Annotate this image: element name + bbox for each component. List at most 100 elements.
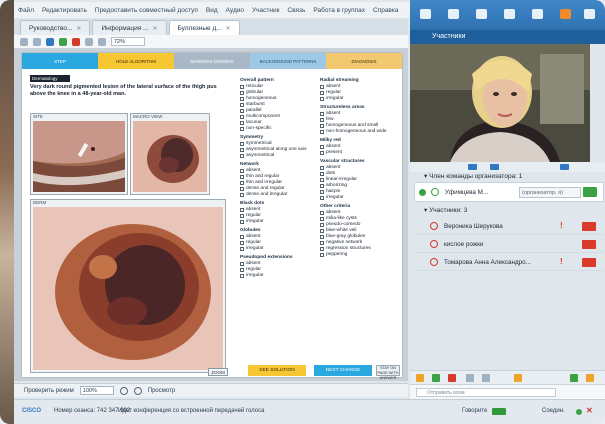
tab-bullous[interactable]: Буллезные д... ✕ — [168, 20, 240, 35]
checkbox[interactable] — [320, 172, 324, 176]
checkbox[interactable] — [240, 268, 244, 272]
checkbox[interactable] — [320, 166, 324, 170]
checkbox[interactable] — [240, 97, 244, 101]
polling-icon[interactable] — [504, 9, 515, 19]
check-icon[interactable] — [432, 374, 440, 382]
participant-row[interactable]: кислое рожки — [414, 236, 604, 253]
add-user-icon[interactable] — [570, 374, 578, 382]
highlighter-icon[interactable] — [59, 37, 67, 46]
checkbox[interactable] — [240, 262, 244, 266]
settings-icon[interactable] — [586, 374, 594, 382]
checkbox[interactable] — [320, 91, 324, 95]
checkbox[interactable] — [240, 175, 244, 179]
criteria-option[interactable]: irregular — [240, 246, 314, 252]
close-icon[interactable]: ✕ — [152, 25, 157, 32]
checkbox[interactable] — [320, 211, 324, 215]
tab-info[interactable]: Информация ... ✕ — [92, 20, 167, 35]
camera-off-icon[interactable] — [582, 258, 596, 267]
checkbox[interactable] — [320, 145, 324, 149]
criteria-option[interactable]: dense and irregular — [240, 192, 314, 198]
checkbox[interactable] — [240, 208, 244, 212]
next-case-button[interactable]: NEXT CHANGE — [314, 365, 372, 376]
close-icon[interactable]: ✕ — [76, 25, 81, 32]
checkbox[interactable] — [320, 217, 324, 221]
organizer-row[interactable]: Уфимцева М... (организатор, я) — [414, 182, 604, 202]
checkbox[interactable] — [320, 235, 324, 239]
checkbox[interactable] — [320, 184, 324, 188]
checkbox[interactable] — [240, 187, 244, 191]
criteria-option[interactable]: irregular — [240, 219, 314, 225]
more-icon[interactable] — [584, 9, 595, 19]
checkbox[interactable] — [320, 151, 324, 155]
menu-item-share[interactable]: Предоставить совместный доступ — [95, 7, 198, 14]
menu-item-edit[interactable]: Редактировать — [42, 7, 87, 14]
checkbox[interactable] — [240, 169, 244, 173]
pointer-icon[interactable] — [20, 37, 28, 46]
menu-item-help[interactable]: Справка — [373, 7, 399, 14]
checkbox[interactable] — [240, 214, 244, 218]
checkbox[interactable] — [240, 148, 244, 152]
view-icon[interactable] — [490, 164, 499, 170]
criteria-option[interactable]: irregular — [320, 96, 398, 102]
checkbox[interactable] — [240, 109, 244, 113]
camera-off-icon[interactable] — [582, 240, 596, 249]
checkbox[interactable] — [240, 127, 244, 131]
checkbox[interactable] — [320, 130, 324, 134]
checkbox[interactable] — [320, 97, 324, 101]
checkbox[interactable] — [320, 196, 324, 200]
qa-icon[interactable] — [532, 9, 543, 19]
eraser-icon[interactable] — [85, 37, 93, 46]
checkbox[interactable] — [320, 229, 324, 233]
checkbox[interactable] — [320, 247, 324, 251]
participant-row[interactable]: Вероника Шерукова ! — [414, 218, 604, 235]
criteria-option[interactable]: asymmetrical — [240, 153, 314, 159]
menu-item-breakout[interactable]: Работа в группах — [313, 7, 365, 14]
checkbox[interactable] — [240, 181, 244, 185]
checkbox[interactable] — [240, 235, 244, 239]
zoom-select[interactable]: 100% — [79, 386, 114, 395]
checkbox[interactable] — [240, 85, 244, 89]
see-solution-button[interactable]: SEE SOLUTION — [248, 365, 306, 376]
checkbox[interactable] — [320, 124, 324, 128]
lock-icon[interactable] — [416, 374, 424, 382]
text-icon[interactable] — [33, 37, 41, 46]
checkbox[interactable] — [240, 247, 244, 251]
participant-row[interactable]: Томарова Анна Александро... ! — [414, 254, 604, 271]
menu-item-connect[interactable]: Связь — [287, 7, 305, 14]
criteria-option[interactable]: peppering — [320, 252, 398, 258]
participants-icon[interactable] — [420, 9, 431, 19]
forward-icon[interactable] — [482, 374, 490, 382]
stay-on-page-button[interactable]: STAY ON PAGE WITH ANSWER — [376, 365, 400, 380]
shape-icon[interactable] — [98, 37, 106, 46]
criteria-option[interactable]: irregular — [320, 195, 398, 201]
fullscreen-icon[interactable] — [560, 164, 569, 170]
criteria-option[interactable]: non-specific — [240, 126, 314, 132]
notes-icon[interactable] — [476, 9, 487, 19]
color-icon[interactable] — [72, 37, 80, 46]
checkbox[interactable] — [320, 112, 324, 116]
camera-off-icon[interactable] — [582, 222, 596, 231]
checkbox[interactable] — [240, 142, 244, 146]
emoticon-icon[interactable] — [514, 374, 522, 382]
criteria-option[interactable]: non-homogeneous and wide — [320, 129, 398, 135]
tab-guide[interactable]: Руководство... ✕ — [20, 20, 91, 35]
checkbox[interactable] — [240, 103, 244, 107]
criteria-option[interactable]: present — [320, 150, 398, 156]
close-icon[interactable]: ✕ — [586, 406, 593, 415]
camera-icon[interactable] — [583, 187, 597, 197]
menu-item-file[interactable]: Файл — [18, 7, 34, 14]
zoom-out-icon[interactable] — [133, 386, 142, 395]
recorder-icon[interactable] — [560, 9, 571, 19]
checkbox[interactable] — [320, 190, 324, 194]
checkbox[interactable] — [320, 178, 324, 182]
checkbox[interactable] — [320, 223, 324, 227]
zoom-in-icon[interactable] — [119, 386, 128, 395]
toolbar-zoom-field[interactable]: 72% — [111, 37, 145, 46]
chat-icon[interactable] — [448, 9, 459, 19]
checkbox[interactable] — [240, 91, 244, 95]
zoom-button[interactable]: ZOOM — [208, 368, 228, 376]
cross-icon[interactable] — [448, 374, 456, 382]
menu-item-view[interactable]: Вид — [206, 7, 218, 14]
line-icon[interactable] — [46, 37, 54, 46]
menu-item-participant[interactable]: Участник — [252, 7, 279, 14]
